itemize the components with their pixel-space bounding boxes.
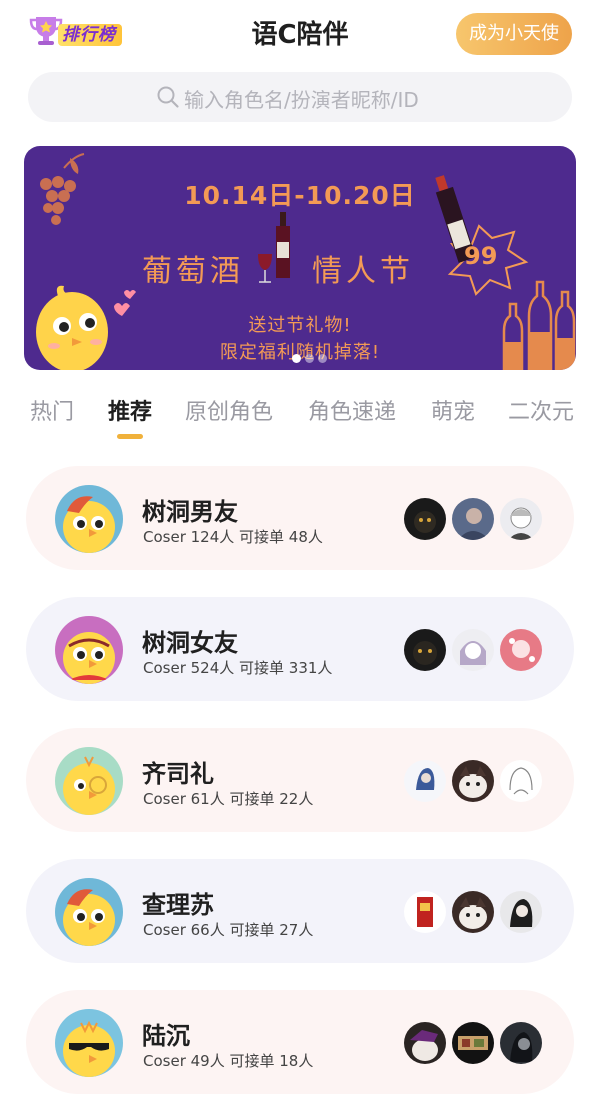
tab-anime[interactable]: 二次元	[508, 394, 574, 426]
role-stats: Coser 524人 可接单 331人	[143, 659, 333, 677]
role-stats: Coser 124人 可接单 48人	[143, 528, 323, 546]
role-stats: Coser 49人 可接单 18人	[143, 1052, 314, 1070]
carousel-indicator	[292, 348, 342, 363]
role-name: 齐司礼	[142, 760, 214, 788]
top-bar: 排行榜 语C陪伴 成为小天使	[0, 0, 600, 64]
search-placeholder: 输入角色名/扮演者昵称/ID	[184, 88, 419, 112]
coser-avatar[interactable]	[404, 1022, 446, 1064]
search-input[interactable]: 输入角色名/扮演者昵称/ID	[28, 72, 572, 122]
active-tab-indicator	[117, 434, 143, 439]
coser-avatar[interactable]	[404, 760, 446, 802]
role-name: 查理苏	[142, 891, 214, 919]
chick-avatar-icon	[55, 616, 123, 684]
carousel-dot[interactable]	[292, 354, 301, 363]
chick-avatar-icon	[55, 747, 123, 815]
coser-avatar[interactable]	[452, 1022, 494, 1064]
coser-avatar[interactable]	[452, 891, 494, 933]
coser-avatar[interactable]	[452, 498, 494, 540]
coser-avatar[interactable]	[500, 498, 542, 540]
banner-festival-right: 情人节	[312, 254, 414, 289]
wine-bottle-icon	[276, 212, 290, 278]
become-angel-button[interactable]: 成为小天使	[456, 13, 572, 55]
role-stats: Coser 61人 可接单 22人	[143, 790, 314, 808]
coser-avatar[interactable]	[404, 891, 446, 933]
tab-hot[interactable]: 热门	[30, 394, 74, 426]
role-name: 树洞女友	[142, 629, 238, 657]
banner-festival-left: 葡萄酒	[142, 254, 244, 289]
role-card[interactable]: 陆沉 Coser 49人 可接单 18人	[26, 990, 574, 1094]
coser-avatar[interactable]	[500, 629, 542, 671]
tab-pets[interactable]: 萌宠	[431, 394, 475, 426]
search-icon	[157, 86, 179, 108]
tab-recommended[interactable]: 推荐	[108, 394, 152, 426]
coser-avatar[interactable]	[452, 629, 494, 671]
coser-avatar[interactable]	[500, 1022, 542, 1064]
coser-avatar[interactable]	[404, 629, 446, 671]
banner-date-range: 10.14日-10.20日	[184, 181, 416, 210]
tab-original-roles[interactable]: 原创角色	[185, 394, 273, 426]
chick-avatar-icon	[55, 878, 123, 946]
category-tabs: 热门 推荐 原创角色 角色速递 萌宠 二次元	[30, 394, 590, 444]
coser-avatar[interactable]	[404, 498, 446, 540]
wine-glass-icon	[258, 254, 272, 283]
carousel-dot[interactable]	[305, 354, 314, 363]
role-card[interactable]: 齐司礼 Coser 61人 可接单 22人	[26, 728, 574, 832]
chick-avatar-icon	[55, 1009, 123, 1077]
role-stats: Coser 66人 可接单 27人	[143, 921, 314, 939]
tab-role-express[interactable]: 角色速递	[308, 394, 396, 426]
coser-avatar[interactable]	[500, 760, 542, 802]
coser-avatar[interactable]	[452, 760, 494, 802]
role-name: 陆沉	[142, 1022, 190, 1050]
coser-avatar[interactable]	[500, 891, 542, 933]
role-name: 树洞男友	[142, 498, 238, 526]
role-card[interactable]: 树洞男友 Coser 124人 可接单 48人	[26, 466, 574, 570]
chick-avatar-icon	[55, 485, 123, 553]
banner-price-tag: 99	[464, 242, 498, 270]
role-card[interactable]: 查理苏 Coser 66人 可接单 27人	[26, 859, 574, 963]
carousel-dot[interactable]	[318, 354, 327, 363]
promo-banner[interactable]: 10.14日-10.20日 葡萄酒 情人节 99 送过节礼物! 限定福利随机掉落…	[24, 146, 576, 370]
banner-gift-line1: 送过节礼物!	[248, 315, 352, 336]
role-card[interactable]: 树洞女友 Coser 524人 可接单 331人	[26, 597, 574, 701]
